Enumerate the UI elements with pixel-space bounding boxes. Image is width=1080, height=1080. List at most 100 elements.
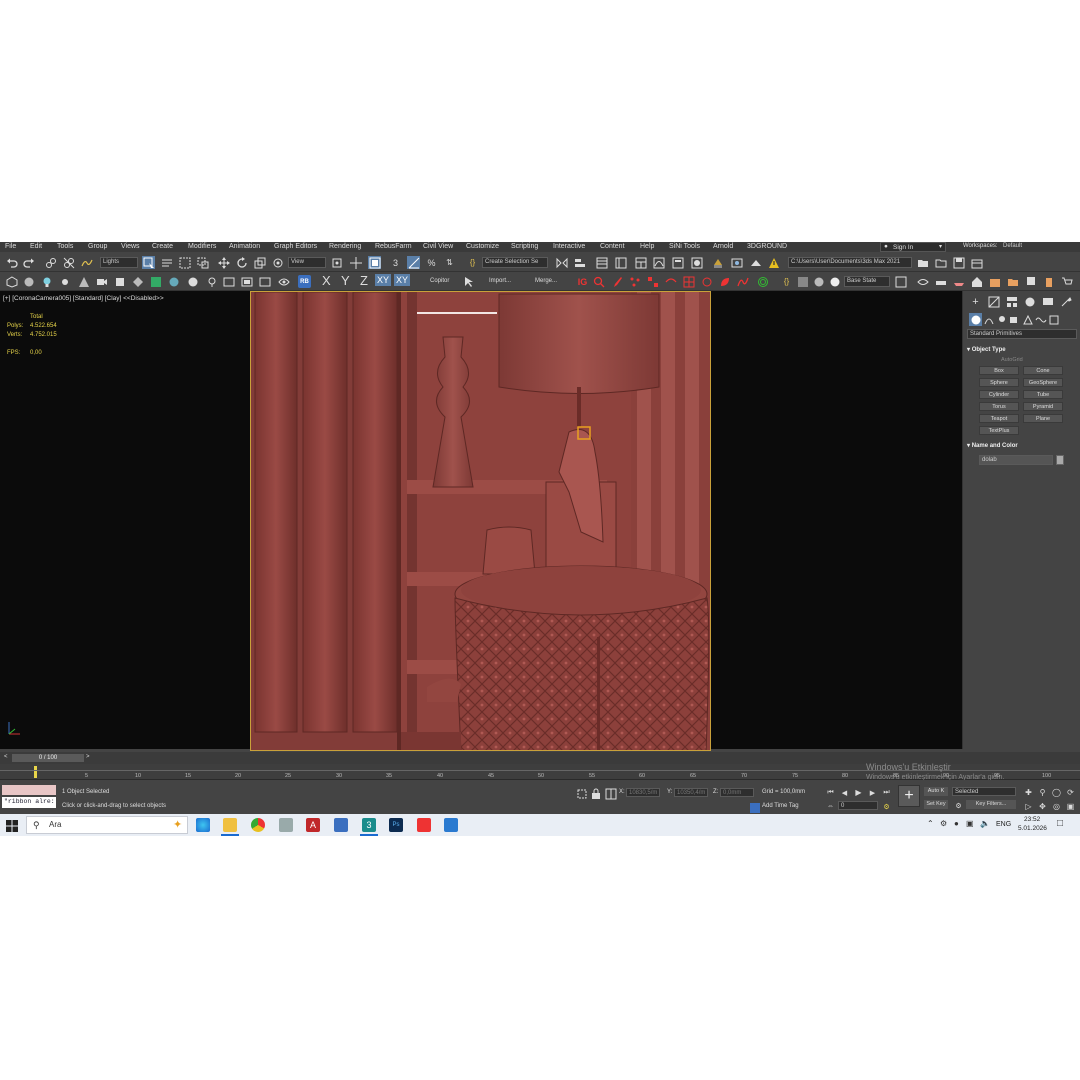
autogrid-checkbox[interactable]: AutoGrid bbox=[1001, 357, 1023, 363]
add-time-tag-button[interactable]: Add Time Tag bbox=[762, 803, 799, 809]
select-by-name-icon[interactable] bbox=[160, 256, 173, 269]
create-selection-set-dropdown[interactable]: Create Selection Se bbox=[482, 257, 548, 268]
select-and-manipulate-icon[interactable] bbox=[349, 256, 362, 269]
grid-tool-icon[interactable] bbox=[682, 275, 695, 288]
create-object-icon[interactable] bbox=[5, 275, 18, 288]
copitor-button[interactable]: Copitor bbox=[430, 278, 449, 284]
snipping-tool-icon[interactable] bbox=[444, 818, 458, 832]
fingerprint-icon[interactable] bbox=[756, 275, 769, 288]
key-mode-icon[interactable]: ⇔ bbox=[824, 800, 837, 813]
plugin-box-icon[interactable] bbox=[988, 275, 1001, 288]
sphere-icon[interactable] bbox=[22, 275, 35, 288]
axis-z-button[interactable]: Z bbox=[360, 273, 368, 288]
printer-icon[interactable] bbox=[279, 818, 293, 832]
schematic-view-icon[interactable] bbox=[671, 256, 684, 269]
next-frame-icon[interactable]: ▶ bbox=[866, 786, 879, 799]
rebusfarm-icon[interactable]: RB bbox=[298, 275, 311, 288]
file-explorer-icon[interactable] bbox=[223, 818, 237, 832]
time-prev-icon[interactable]: < bbox=[4, 754, 8, 760]
plugin-bottle-icon[interactable] bbox=[1042, 275, 1055, 288]
undo-icon[interactable] bbox=[5, 256, 18, 269]
zoom-icon[interactable]: ⚲ bbox=[1036, 786, 1049, 799]
name-color-rollout-title[interactable]: ▾ Name and Color bbox=[967, 442, 1077, 451]
orbit-camera-icon[interactable]: ⟳ bbox=[1064, 786, 1077, 799]
menu-graph-editors[interactable]: Graph Editors bbox=[274, 243, 317, 250]
menu-customize[interactable]: Customize bbox=[466, 243, 499, 250]
helpers-category-icon[interactable] bbox=[1021, 313, 1034, 326]
camera-icon[interactable] bbox=[95, 275, 108, 288]
spinner-snap-icon[interactable]: ⇅ bbox=[443, 256, 456, 269]
rotate-icon[interactable] bbox=[235, 256, 248, 269]
window-crossing-icon[interactable] bbox=[196, 256, 209, 269]
eye-icon[interactable] bbox=[277, 275, 290, 288]
percent-snap-icon[interactable]: % bbox=[425, 256, 438, 269]
leaf-icon[interactable] bbox=[718, 275, 731, 288]
menu-animation[interactable]: Animation bbox=[229, 243, 260, 250]
field-of-view-icon[interactable]: ◯ bbox=[1050, 786, 1063, 799]
spacewarps-category-icon[interactable] bbox=[1034, 313, 1047, 326]
placement-icon[interactable] bbox=[271, 256, 284, 269]
project-folder-icon[interactable] bbox=[916, 256, 929, 269]
workspaces-dropdown[interactable]: Default bbox=[1001, 242, 1077, 252]
menu-file[interactable]: File bbox=[5, 243, 16, 250]
maximize-viewport-icon[interactable]: ▣ bbox=[1064, 800, 1077, 813]
go-to-end-icon[interactable]: ⏭ bbox=[880, 786, 893, 799]
move-icon[interactable] bbox=[217, 256, 230, 269]
selection-filter-dropdown[interactable]: Lights bbox=[100, 257, 138, 268]
cylinder-button[interactable]: Cylinder bbox=[979, 390, 1019, 399]
notification-icon[interactable]: □ bbox=[1057, 818, 1063, 829]
align-icon[interactable] bbox=[573, 256, 586, 269]
menu-create[interactable]: Create bbox=[152, 243, 173, 250]
plugin-car-icon[interactable] bbox=[934, 275, 947, 288]
menu-sini-tools[interactable]: SiNi Tools bbox=[669, 243, 700, 250]
geometry-category-icon[interactable] bbox=[969, 313, 982, 326]
zoom-extents-icon[interactable]: ✚ bbox=[1022, 786, 1035, 799]
pan-icon[interactable]: ✥ bbox=[1036, 800, 1049, 813]
lock-icon[interactable] bbox=[589, 787, 602, 800]
menu-modifiers[interactable]: Modifiers bbox=[188, 243, 216, 250]
project-folder-dropdown[interactable]: C:\Users\User\Documents\3ds Max 2021 bbox=[788, 257, 912, 268]
tray-network-icon[interactable]: ⚙ bbox=[940, 819, 947, 828]
pattern-icon[interactable] bbox=[646, 275, 659, 288]
recorder-icon[interactable] bbox=[417, 818, 431, 832]
set-key-plus-button[interactable]: + bbox=[898, 785, 920, 807]
rectangular-selection-icon[interactable] bbox=[178, 256, 191, 269]
isolate-selection-icon[interactable] bbox=[575, 787, 588, 800]
time-tag-icon[interactable] bbox=[748, 801, 761, 814]
paint-brush-icon[interactable] bbox=[610, 275, 623, 288]
photoshop-icon[interactable]: Ps bbox=[389, 818, 403, 832]
light-bulb-icon[interactable] bbox=[40, 275, 53, 288]
warning-icon[interactable] bbox=[767, 256, 780, 269]
helper-icon[interactable] bbox=[113, 275, 126, 288]
utilities-tab-icon[interactable] bbox=[1059, 295, 1072, 308]
snaps-toggle-icon[interactable]: 3 bbox=[389, 256, 402, 269]
taskbar-search-box[interactable]: ⚲ Ara ✦ bbox=[26, 816, 188, 834]
reference-coordinate-dropdown[interactable]: View bbox=[288, 257, 326, 268]
menu-scripting[interactable]: Scripting bbox=[511, 243, 538, 250]
axis-y-button[interactable]: Y bbox=[341, 273, 350, 288]
camera-viewport[interactable] bbox=[250, 291, 711, 751]
save-file-icon[interactable] bbox=[952, 256, 965, 269]
merge-button[interactable]: Merge... bbox=[535, 278, 557, 284]
ig-plugin-icon[interactable]: IG bbox=[576, 275, 589, 288]
create-tab-icon[interactable]: + bbox=[969, 295, 982, 308]
primitive-type-dropdown[interactable]: Standard Primitives bbox=[967, 329, 1077, 339]
calculator-icon[interactable] bbox=[334, 818, 348, 832]
link-icon[interactable] bbox=[44, 256, 57, 269]
menu-edit[interactable]: Edit bbox=[30, 243, 42, 250]
layer-explorer-icon[interactable] bbox=[614, 256, 627, 269]
shapes-category-icon[interactable] bbox=[982, 313, 995, 326]
motion-tab-icon[interactable] bbox=[1023, 295, 1036, 308]
menu-3dground[interactable]: 3DGROUND bbox=[747, 243, 787, 250]
axis-x-button[interactable]: X bbox=[322, 273, 331, 288]
script-bracket-icon[interactable]: {} bbox=[780, 275, 793, 288]
menu-group[interactable]: Group bbox=[88, 243, 107, 250]
walk-through-icon[interactable]: ▷ bbox=[1022, 800, 1035, 813]
chrome-icon[interactable] bbox=[251, 818, 265, 832]
scale-icon[interactable] bbox=[253, 256, 266, 269]
set-key-button[interactable]: Set Key bbox=[924, 800, 948, 809]
wire-icon[interactable] bbox=[664, 275, 677, 288]
maxscript-listener-top[interactable] bbox=[2, 785, 56, 795]
keyboard-shortcut-override-icon[interactable] bbox=[368, 256, 381, 269]
material-icon[interactable] bbox=[186, 275, 199, 288]
